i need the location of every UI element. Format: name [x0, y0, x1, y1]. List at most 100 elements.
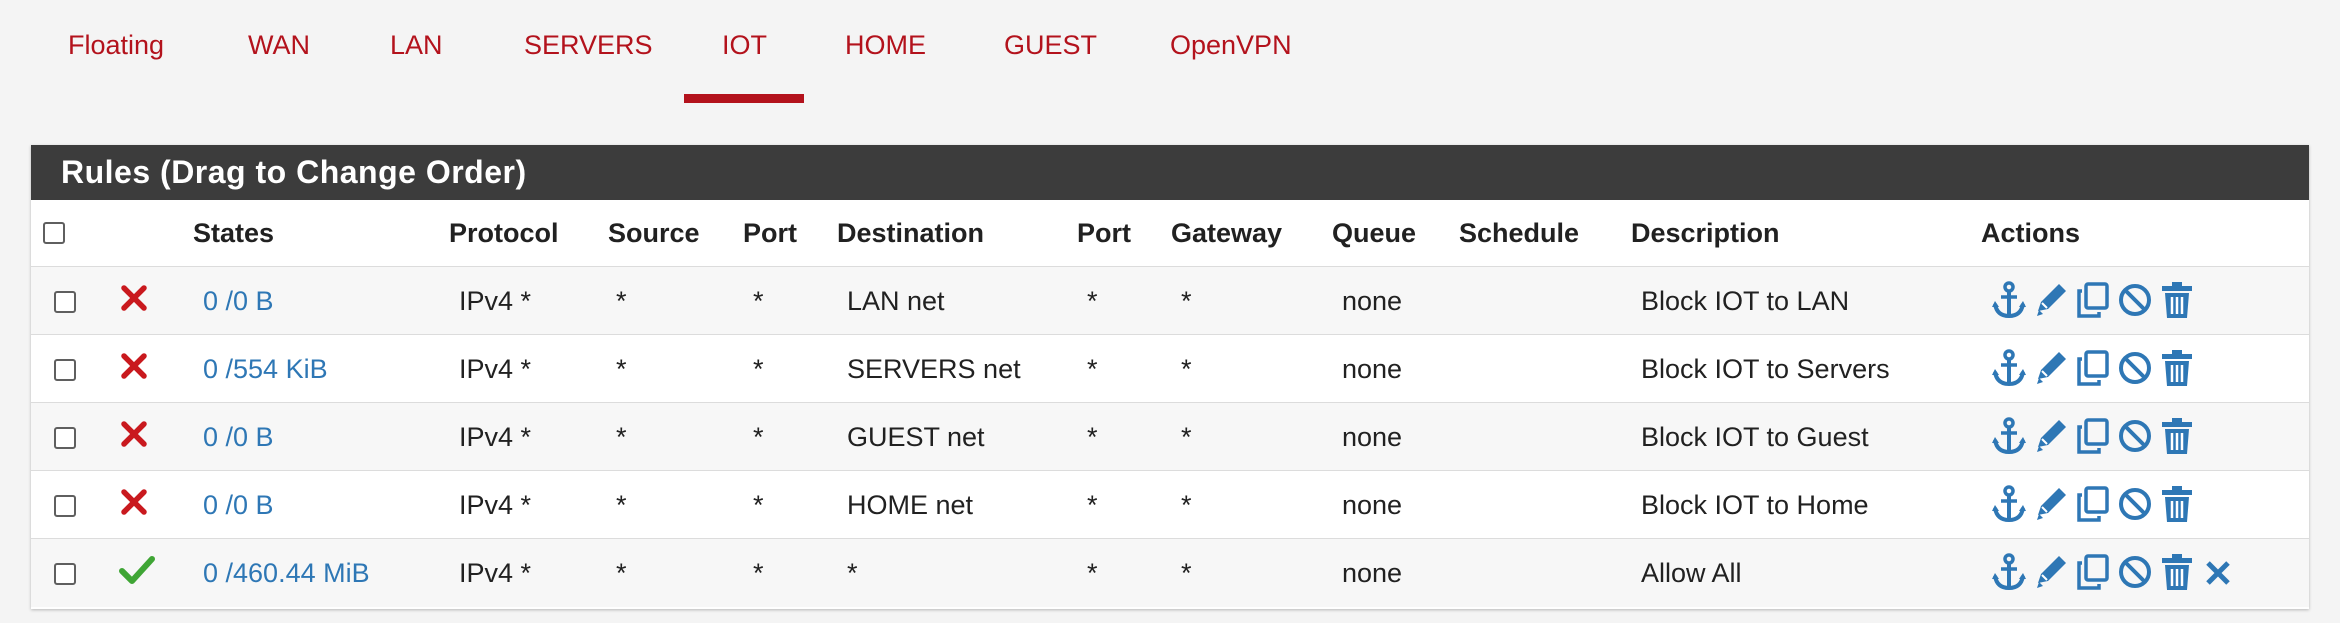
rule-protocol: IPv4 * — [459, 558, 532, 588]
rule-source: * — [616, 422, 627, 452]
tab-home[interactable]: HOME — [845, 30, 926, 74]
rule-destination: * — [847, 558, 858, 588]
pencil-icon[interactable] — [2033, 484, 2069, 524]
rule-select-checkbox[interactable] — [54, 563, 76, 585]
block-x-icon[interactable] — [119, 351, 149, 381]
rule-source: * — [616, 286, 627, 316]
rule-gateway: * — [1181, 558, 1192, 588]
pencil-icon[interactable] — [2033, 416, 2069, 456]
rule-dest-port: * — [1087, 558, 1098, 588]
disable-icon[interactable] — [2117, 552, 2153, 592]
interface-tabs: Floating WAN LAN SERVERS IOT HOME GUEST … — [0, 0, 2340, 104]
rule-queue: none — [1342, 490, 1403, 520]
block-x-icon[interactable] — [119, 419, 149, 449]
rule-queue: none — [1342, 422, 1403, 452]
disable-icon[interactable] — [2117, 280, 2153, 320]
rule-source-port: * — [753, 354, 764, 384]
col-description: Description — [1631, 218, 1780, 248]
disable-icon[interactable] — [2117, 416, 2153, 456]
rule-select-checkbox[interactable] — [54, 291, 76, 313]
remove-x-icon[interactable] — [2201, 552, 2237, 592]
rule-states[interactable]: 0 /554 KiB — [203, 354, 328, 385]
col-queue: Queue — [1332, 218, 1417, 248]
rule-row[interactable]: 0 /460.44 MiB IPv4 * * * * * * none Allow All — [31, 538, 2309, 607]
rule-description: Allow All — [1641, 558, 1742, 588]
rule-row[interactable]: 0 /0 B IPv4 * * * GUEST net * * none Block IOT t… — [31, 402, 2309, 471]
block-x-icon[interactable] — [119, 283, 149, 313]
rule-select-checkbox[interactable] — [54, 359, 76, 381]
block-x-icon[interactable] — [119, 487, 149, 517]
copy-icon[interactable] — [2075, 484, 2111, 524]
tab-openvpn[interactable]: OpenVPN — [1170, 30, 1292, 74]
trash-icon[interactable] — [2159, 416, 2195, 456]
col-schedule: Schedule — [1459, 218, 1580, 248]
anchor-icon[interactable] — [1991, 280, 2027, 320]
rule-select-checkbox[interactable] — [54, 495, 76, 517]
rule-source: * — [616, 354, 627, 384]
rule-queue: none — [1342, 354, 1403, 384]
rule-protocol: IPv4 * — [459, 354, 532, 384]
rule-states[interactable]: 0 /0 B — [203, 422, 274, 453]
pencil-icon[interactable] — [2033, 280, 2069, 320]
col-destination: Destination — [837, 218, 985, 248]
rule-gateway: * — [1181, 490, 1192, 520]
copy-icon[interactable] — [2075, 280, 2111, 320]
rule-source-port: * — [753, 286, 764, 316]
rule-source-port: * — [753, 422, 764, 452]
rule-row[interactable]: 0 /554 KiB IPv4 * * * SERVERS net * * none Block… — [31, 334, 2309, 403]
pencil-icon[interactable] — [2033, 552, 2069, 592]
rule-states[interactable]: 0 /460.44 MiB — [203, 558, 370, 589]
tab-iot[interactable]: IOT — [722, 30, 767, 74]
select-all-checkbox[interactable] — [43, 222, 65, 244]
pass-check-icon[interactable] — [119, 555, 155, 585]
col-protocol: Protocol — [449, 218, 559, 248]
rule-protocol: IPv4 * — [459, 490, 532, 520]
pencil-icon[interactable] — [2033, 348, 2069, 388]
trash-icon[interactable] — [2159, 348, 2195, 388]
disable-icon[interactable] — [2117, 484, 2153, 524]
rule-dest-port: * — [1087, 354, 1098, 384]
rule-description: Block IOT to Servers — [1641, 354, 1890, 384]
rule-source: * — [616, 490, 627, 520]
rule-states[interactable]: 0 /0 B — [203, 490, 274, 521]
col-gateway: Gateway — [1171, 218, 1283, 248]
rule-select-checkbox[interactable] — [54, 427, 76, 449]
tab-floating[interactable]: Floating — [68, 30, 164, 74]
tab-servers[interactable]: SERVERS — [524, 30, 653, 74]
rule-source-port: * — [753, 558, 764, 588]
rule-protocol: IPv4 * — [459, 422, 532, 452]
trash-icon[interactable] — [2159, 484, 2195, 524]
copy-icon[interactable] — [2075, 348, 2111, 388]
active-tab-indicator — [684, 94, 804, 103]
col-port: Port — [743, 218, 797, 248]
col-actions: Actions — [1981, 218, 2081, 248]
tab-guest[interactable]: GUEST — [1004, 30, 1097, 74]
rules-panel: Rules (Drag to Change Order) States Prot… — [31, 145, 2309, 609]
tab-lan[interactable]: LAN — [390, 30, 443, 74]
rule-description: Block IOT to LAN — [1641, 286, 1850, 316]
anchor-icon[interactable] — [1991, 484, 2027, 524]
rule-row[interactable]: 0 /0 B IPv4 * * * HOME net * * none Block IOT to… — [31, 470, 2309, 539]
anchor-icon[interactable] — [1991, 416, 2027, 456]
tab-wan[interactable]: WAN — [248, 30, 310, 74]
copy-icon[interactable] — [2075, 416, 2111, 456]
rule-description: Block IOT to Guest — [1641, 422, 1869, 452]
rule-gateway: * — [1181, 422, 1192, 452]
col-source: Source — [608, 218, 700, 248]
table-header: States Protocol Source Port Destination … — [31, 200, 2309, 266]
rule-row[interactable]: 0 /0 B IPv4 * * * LAN net * * none Block IOT to … — [31, 266, 2309, 335]
rule-states[interactable]: 0 /0 B — [203, 286, 274, 317]
col-states: States — [193, 218, 275, 248]
rule-queue: none — [1342, 286, 1403, 316]
disable-icon[interactable] — [2117, 348, 2153, 388]
col-dest-port: Port — [1077, 218, 1131, 248]
panel-heading: Rules (Drag to Change Order) — [31, 145, 2309, 200]
rule-source-port: * — [753, 490, 764, 520]
trash-icon[interactable] — [2159, 552, 2195, 592]
rule-destination: GUEST net — [847, 422, 985, 452]
trash-icon[interactable] — [2159, 280, 2195, 320]
copy-icon[interactable] — [2075, 552, 2111, 592]
rule-dest-port: * — [1087, 286, 1098, 316]
anchor-icon[interactable] — [1991, 348, 2027, 388]
anchor-icon[interactable] — [1991, 552, 2027, 592]
